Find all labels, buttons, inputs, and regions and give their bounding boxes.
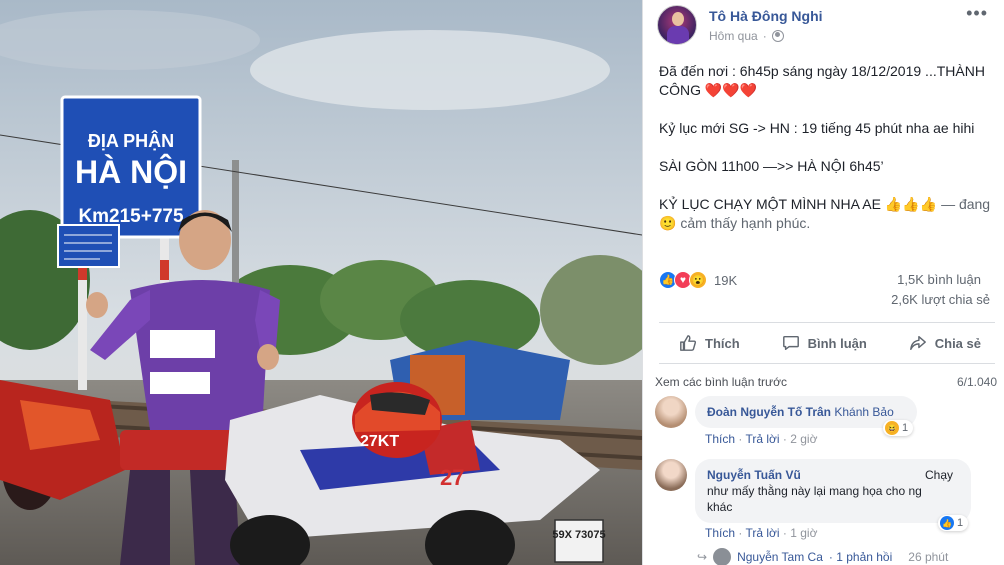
comment-time[interactable]: 1 giờ <box>790 526 817 540</box>
like-reaction-icon: 👍 <box>940 516 954 530</box>
comments-counter: 6/1.040 <box>956 375 997 389</box>
bike-number: 27 <box>440 465 464 490</box>
comment-reaction-badge[interactable]: 👍 1 <box>938 515 969 531</box>
comment-button[interactable]: Bình luận <box>782 334 867 352</box>
comment-label: Bình luận <box>807 335 867 351</box>
author-name[interactable]: Tô Hà Đông Nghi <box>709 7 823 25</box>
view-previous-comments-link[interactable]: Xem các bình luận trước <box>655 375 787 389</box>
comment-text-line-2: như mấy thằng này lại mang họa cho ng <box>707 484 922 498</box>
globe-icon[interactable] <box>771 30 784 42</box>
comment-item: Nguyễn Tuấn Vũ Chạy như mấy thằng này lạ… <box>655 459 995 543</box>
comment-reaction-badge[interactable]: 😆 1 <box>883 420 914 436</box>
license-plate: 59X 73075 <box>552 529 605 541</box>
reactions-count[interactable]: 19K <box>714 273 737 288</box>
post-time[interactable]: Hôm qua <box>709 29 758 43</box>
meta-separator: · <box>762 29 767 43</box>
comments-count[interactable]: 1,5K bình luận <box>897 272 981 287</box>
reply-time: 26 phút <box>908 550 949 564</box>
comment-item: Đoàn Nguyễn Tố Trân Khánh Bảo 😆 1 Thích … <box>655 396 995 448</box>
comment-actions: Thích · Trả lời · 1 giờ <box>705 526 818 540</box>
post-line-4: KỶ LỤC CHẠY MỘT MÌNH NHA AE 👍👍👍 — đang 🙂… <box>659 195 995 233</box>
comment-text-line-1: Chạy <box>924 468 953 482</box>
commenter-name[interactable]: Đoàn Nguyễn Tố Trân <box>707 405 831 419</box>
share-icon <box>909 335 926 351</box>
feeling-prefix: — đang <box>941 196 991 212</box>
helmet-number: 27KT <box>360 433 399 450</box>
like-icon <box>680 335 697 351</box>
post-photo[interactable]: ĐỊA PHẬN HÀ NỘI Km215+775 27 27KT 59X 73… <box>0 0 642 565</box>
share-label: Chia sẻ <box>934 335 981 351</box>
comment-text-line-3: khác <box>707 500 733 514</box>
smile-emoji: 🙂 <box>659 215 677 231</box>
commenter-avatar[interactable] <box>655 396 687 428</box>
post-line-4-text: KỶ LỤC CHẠY MỘT MÌNH NHA AE <box>659 196 881 212</box>
reply-preview[interactable]: ↪ Nguyễn Tam Ca · 1 phản hồi 26 phút <box>697 548 948 565</box>
post-text: Đã đến nơi : 6h45p sáng ngày 18/12/2019 … <box>659 62 995 252</box>
sign-line-1: ĐỊA PHẬN <box>88 130 174 151</box>
like-label: Thích <box>705 335 740 351</box>
author-info: Tô Hà Đông Nghi Hôm qua · <box>709 7 823 43</box>
photo-illustration: ĐỊA PHẬN HÀ NỘI Km215+775 27 27KT 59X 73… <box>0 0 642 565</box>
comment-first-line: Nguyễn Tuấn Vũ Chạy <box>707 467 959 483</box>
reply-author[interactable]: Nguyễn Tam Ca <box>737 550 823 564</box>
wow-reaction-icon: 😮 <box>689 271 707 289</box>
thumbs-up-emoji: 👍👍👍 <box>884 196 938 212</box>
post-line-2: Kỷ lục mới SG -> HN : 19 tiếng 45 phút n… <box>659 120 975 136</box>
post-panel: Tô Hà Đông Nghi Hôm qua · ••• Đã đến nơi… <box>642 0 1004 565</box>
comment-actions: Thích · Trả lời · 2 giờ <box>705 432 818 446</box>
post-meta: Hôm qua · <box>709 29 823 43</box>
sign-line-2: HÀ NỘI <box>75 154 187 190</box>
like-button[interactable]: Thích <box>679 334 740 352</box>
comments-header: Xem các bình luận trước 6/1.040 <box>655 375 997 389</box>
more-options-icon[interactable]: ••• <box>966 4 988 22</box>
comment-like-link[interactable]: Thích <box>705 526 735 540</box>
comment-like-link[interactable]: Thích <box>705 432 735 446</box>
hearts-emoji: ❤️❤️❤️ <box>704 82 758 98</box>
comment-bubble: Nguyễn Tuấn Vũ Chạy như mấy thằng này lạ… <box>695 459 971 523</box>
post-line-1: Đã đến nơi : 6h45p sáng ngày 18/12/2019 … <box>659 62 995 100</box>
comment-reaction-count: 1 <box>902 422 909 434</box>
commenter-name[interactable]: Nguyễn Tuấn Vũ <box>707 467 801 483</box>
post-action-bar: Thích Bình luận Chia sẻ <box>659 322 995 364</box>
sign-line-3: Km215+775 <box>78 206 184 227</box>
haha-reaction-icon: 😆 <box>885 421 899 435</box>
comment-icon <box>782 335 799 351</box>
post-header: Tô Hà Đông Nghi Hôm qua · <box>657 4 997 46</box>
comment-reaction-count: 1 <box>957 517 964 529</box>
commenter-avatar[interactable] <box>655 459 687 491</box>
reply-count[interactable]: · 1 phản hồi <box>829 550 892 564</box>
reply-avatar <box>713 548 732 565</box>
facebook-photo-viewer: ĐỊA PHẬN HÀ NỘI Km215+775 27 27KT 59X 73… <box>0 0 1004 565</box>
comment-time[interactable]: 2 giờ <box>790 432 817 446</box>
tagged-user[interactable]: Khánh Bảo <box>834 405 893 419</box>
share-button[interactable]: Chia sẻ <box>909 334 981 352</box>
shares-count[interactable]: 2,6K lượt chia sẻ <box>891 292 990 307</box>
reactions-summary[interactable]: 👍 ♥ 😮 19K 1,5K bình luận <box>659 268 995 292</box>
author-avatar[interactable] <box>657 5 697 45</box>
comment-reply-link[interactable]: Trả lời <box>745 526 779 540</box>
feeling-text[interactable]: cảm thấy hạnh phúc. <box>680 215 810 231</box>
post-line-3: SÀI GÒN 11h00 —>> HÀ NỘI 6h45’ <box>659 158 884 174</box>
comment-reply-link[interactable]: Trả lời <box>745 432 779 446</box>
reply-arrow-icon: ↪ <box>697 550 708 564</box>
